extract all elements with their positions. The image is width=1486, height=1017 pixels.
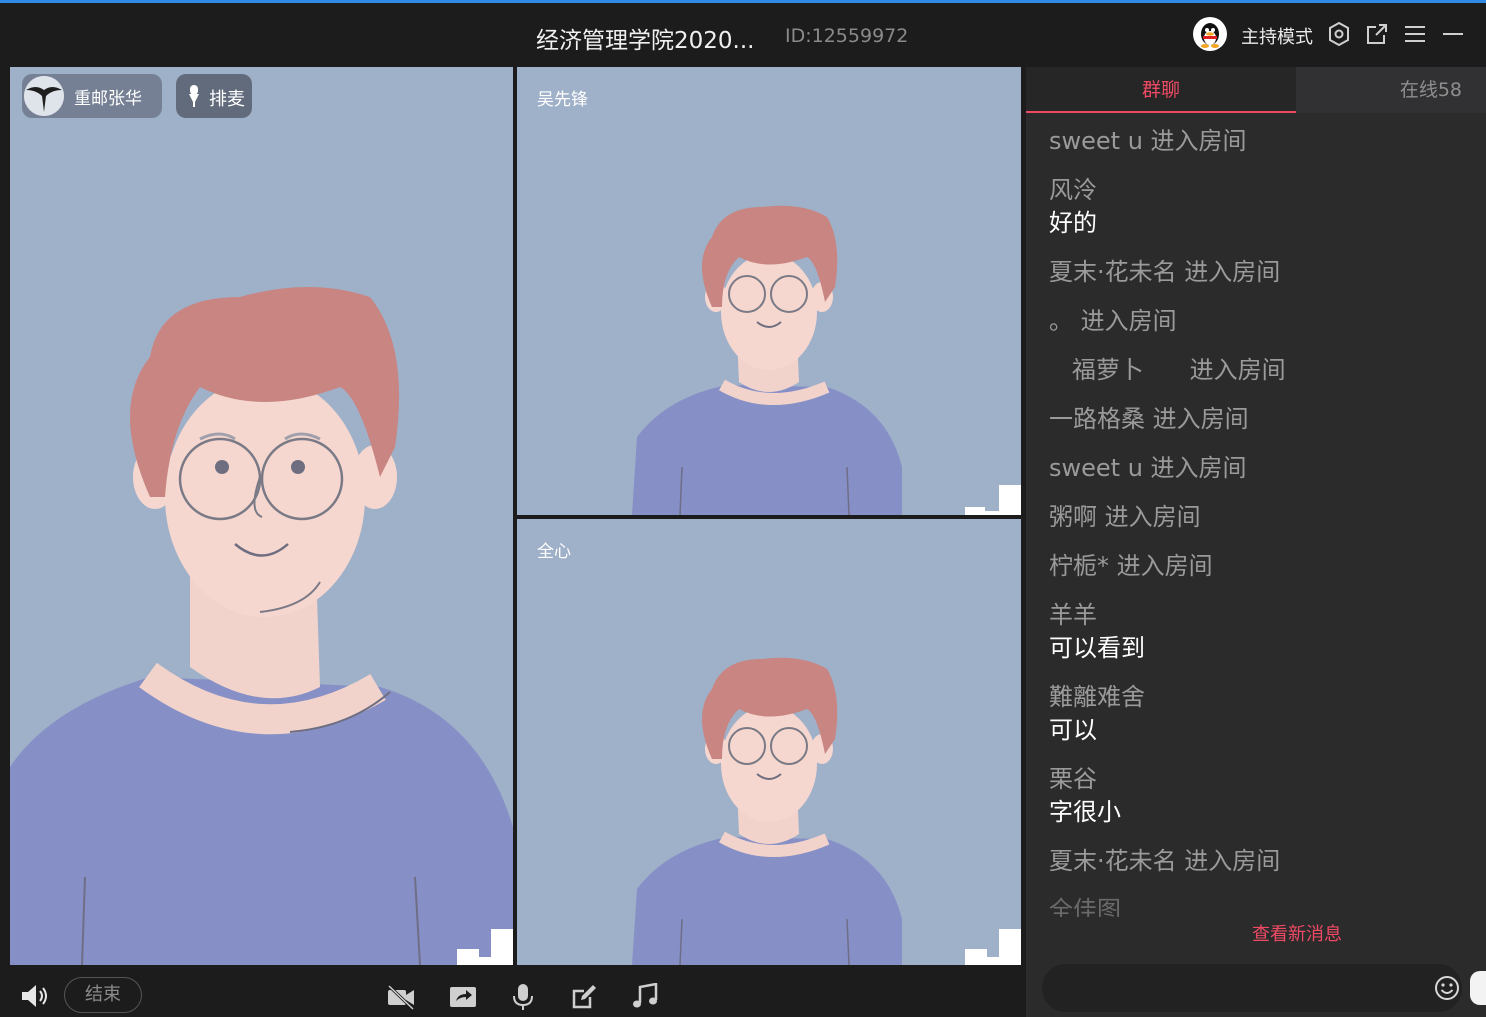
- menu-icon[interactable]: [1402, 21, 1428, 47]
- message-body: 字很小: [1049, 798, 1121, 826]
- tab-online-users[interactable]: 在线58: [1296, 67, 1486, 113]
- participant-name: 全心: [537, 542, 571, 562]
- chat-input[interactable]: [1042, 964, 1462, 1012]
- message-body: 可以: [1049, 716, 1097, 744]
- edit-icon[interactable]: [570, 983, 600, 1011]
- send-button[interactable]: [1470, 971, 1486, 1005]
- message-body: 好的: [1049, 209, 1097, 237]
- title-bar: 经济管理学院2020... ID:12559972 主持模式: [0, 3, 1486, 66]
- music-icon[interactable]: [630, 983, 660, 1011]
- speaker-icon[interactable]: [20, 982, 52, 1010]
- participant-name: 吴先锋: [537, 90, 588, 110]
- resize-corner-icon[interactable]: [965, 485, 1021, 515]
- microphone-icon[interactable]: [508, 983, 538, 1011]
- list-item: 難離难舍 可以: [1049, 681, 1479, 747]
- list-item: 福萝卜 进入房间: [1049, 356, 1286, 384]
- end-button[interactable]: 结束: [64, 977, 142, 1013]
- tab-group-chat[interactable]: 群聊: [1026, 67, 1296, 113]
- list-item: 栗谷 字很小: [1049, 763, 1479, 829]
- list-item: 夏末·花未名 进入房间: [1049, 258, 1281, 286]
- mic-queue-label: 排麦: [209, 89, 245, 110]
- list-item: 风泠 好的: [1049, 174, 1479, 240]
- mic-queue-button[interactable]: 排麦: [176, 74, 252, 118]
- message-body: 可以看到: [1049, 634, 1145, 662]
- avatar-illustration: [632, 657, 902, 965]
- host-mode-label[interactable]: 主持模式: [1241, 23, 1313, 49]
- chat-message-list[interactable]: sweet u 进入房间 风泠 好的 夏末·花未名 进入房间 。 进入房间 福萝…: [1049, 125, 1479, 917]
- message-sender: 難離难舍: [1049, 683, 1145, 711]
- camera-off-icon[interactable]: [386, 983, 416, 1011]
- list-item: 一路格桑 进入房间: [1049, 405, 1249, 433]
- view-new-messages-link[interactable]: 查看新消息: [1252, 920, 1342, 946]
- list-item: 粥啊 进入房间: [1049, 503, 1201, 531]
- window-title: 经济管理学院2020...: [536, 28, 755, 54]
- participant-video-tile[interactable]: 吴先锋: [517, 67, 1021, 515]
- chat-tabs: 群聊 在线58: [1026, 67, 1486, 113]
- host-name-pill[interactable]: 重邮张华: [22, 74, 162, 118]
- list-item: 。 进入房间: [1049, 307, 1177, 335]
- main-video-tile[interactable]: 重邮张华 排麦: [10, 67, 513, 965]
- list-item: 夏末·花未名 进入房间: [1049, 847, 1281, 875]
- avatar-illustration: [632, 205, 902, 515]
- qq-logo-icon[interactable]: [1193, 17, 1227, 51]
- participant-video-tile[interactable]: 全心: [517, 519, 1021, 965]
- message-sender: 羊羊: [1049, 601, 1097, 629]
- message-sender: 栗谷: [1049, 765, 1097, 793]
- list-item: sweet u 进入房间: [1049, 127, 1247, 155]
- room-id: ID:12559972: [785, 25, 909, 47]
- chat-panel: 群聊 在线58 sweet u 进入房间 风泠 好的 夏末·花未名 进入房间 。…: [1026, 67, 1486, 1017]
- host-avatar: [24, 76, 64, 116]
- screen-share-icon[interactable]: [448, 983, 478, 1011]
- microphone-icon: [189, 85, 199, 107]
- list-item: 柠栀* 进入房间: [1049, 552, 1213, 580]
- settings-icon[interactable]: [1326, 21, 1352, 47]
- minimize-icon[interactable]: [1440, 21, 1466, 47]
- avatar-illustration: [10, 287, 513, 965]
- bottom-toolbar: 结束: [0, 966, 1024, 1017]
- emoji-icon[interactable]: [1434, 975, 1460, 1001]
- resize-corner-icon[interactable]: [457, 929, 513, 965]
- resize-corner-icon[interactable]: [965, 929, 1021, 965]
- message-sender: 风泠: [1049, 176, 1097, 204]
- list-item: 全佳图: [1049, 896, 1121, 917]
- host-name: 重邮张华: [74, 89, 142, 109]
- window-left-edge: [0, 66, 10, 1017]
- popout-icon[interactable]: [1364, 21, 1390, 47]
- list-item: 羊羊 可以看到: [1049, 599, 1479, 665]
- list-item: sweet u 进入房间: [1049, 454, 1247, 482]
